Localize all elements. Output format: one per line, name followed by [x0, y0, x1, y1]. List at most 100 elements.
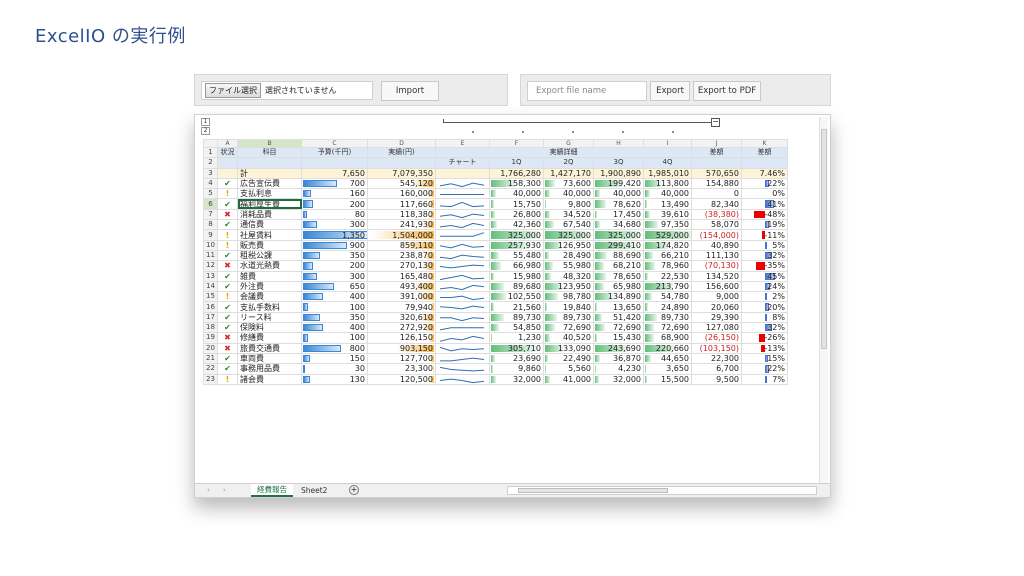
difference-percent-cell[interactable]: 19% [741, 219, 788, 231]
row-header[interactable]: 12 [203, 260, 218, 272]
row-header[interactable]: 14 [203, 280, 218, 293]
actual-cell[interactable]: 120,500 [367, 373, 436, 385]
status-cell[interactable]: ✔ [217, 198, 238, 210]
header-cell[interactable]: 差額 [691, 146, 742, 159]
row-header[interactable]: 16 [203, 301, 218, 313]
q4-cell[interactable]: 113,800 [643, 177, 692, 190]
sheet-tab-sheet2[interactable]: Sheet2 [295, 484, 333, 497]
difference-cell[interactable]: 20,060 [691, 301, 742, 313]
q2-cell[interactable]: 67,540 [543, 219, 594, 231]
difference-cell[interactable]: 9,500 [691, 373, 742, 385]
header-cell[interactable]: 予算(千円) [301, 146, 368, 159]
outline-level-2-button[interactable]: 2 [201, 127, 210, 135]
q2-cell[interactable]: 72,690 [543, 322, 594, 334]
q4-cell[interactable]: 40,000 [643, 188, 692, 200]
q3-cell[interactable]: 78,620 [593, 198, 644, 210]
budget-cell[interactable]: 800 [301, 342, 368, 354]
q4-cell[interactable]: 220,660 [643, 342, 692, 354]
difference-cell[interactable]: 82,340 [691, 198, 742, 210]
q1-cell[interactable]: 32,000 [489, 373, 544, 385]
q3-cell[interactable]: 65,980 [593, 280, 644, 293]
row-header[interactable]: 7 [203, 208, 218, 221]
q4-cell[interactable]: 54,780 [643, 291, 692, 303]
q4-cell[interactable]: 174,820 [643, 239, 692, 251]
row-header[interactable]: 15 [203, 291, 218, 303]
q2-cell[interactable]: 126,950 [543, 239, 594, 251]
budget-cell[interactable]: 400 [301, 291, 368, 303]
status-cell[interactable]: ! [217, 239, 238, 251]
budget-cell[interactable]: 300 [301, 219, 368, 231]
budget-cell[interactable]: 350 [301, 249, 368, 262]
account-name-cell[interactable]: 広告宣伝費 [237, 177, 302, 190]
tab-prev-icon[interactable]: ‹ [207, 486, 210, 494]
difference-cell[interactable]: (38,380) [691, 208, 742, 221]
difference-percent-cell[interactable]: 0% [741, 188, 788, 200]
q4-cell[interactable]: 78,960 [643, 260, 692, 272]
q2-cell[interactable]: 34,520 [543, 208, 594, 221]
q1-cell[interactable]: 15,750 [489, 198, 544, 210]
q2-cell[interactable]: 325,000 [543, 229, 594, 241]
q3-cell[interactable]: 13,650 [593, 301, 644, 313]
header-cell[interactable]: チャート [435, 157, 490, 169]
row-header[interactable]: 9 [203, 229, 218, 241]
account-name-cell[interactable]: 消耗品費 [237, 208, 302, 221]
header-cell[interactable]: 実績(円) [367, 146, 436, 159]
q4-cell[interactable]: 66,210 [643, 249, 692, 262]
header-cell[interactable]: 実績詳細 [435, 146, 692, 159]
difference-percent-cell[interactable]: 41% [741, 198, 788, 210]
account-name-cell[interactable]: 水道光熱費 [237, 260, 302, 272]
difference-percent-cell[interactable]: -48% [741, 208, 788, 221]
status-cell[interactable]: ✔ [217, 177, 238, 190]
column-header[interactable]: J [691, 139, 742, 148]
q2-cell[interactable]: 98,780 [543, 291, 594, 303]
q3-cell[interactable]: 243,690 [593, 342, 644, 354]
q1-cell[interactable]: 102,550 [489, 291, 544, 303]
q3-cell[interactable]: 134,890 [593, 291, 644, 303]
header-cell[interactable]: 2Q [543, 157, 594, 169]
account-name-cell[interactable]: 福利厚生費 [237, 198, 302, 210]
row-header[interactable]: 10 [203, 239, 218, 251]
account-name-cell[interactable]: 社屋賃料 [237, 229, 302, 241]
difference-percent-cell[interactable]: -26% [741, 332, 788, 344]
budget-cell[interactable]: 700 [301, 177, 368, 190]
sparkline-cell[interactable] [435, 270, 490, 282]
q2-cell[interactable]: 55,980 [543, 260, 594, 272]
q1-cell[interactable]: 26,800 [489, 208, 544, 221]
status-cell[interactable] [217, 167, 238, 179]
difference-cell[interactable]: (70,130) [691, 260, 742, 272]
q1-cell[interactable]: 21,560 [489, 301, 544, 313]
budget-cell[interactable]: 80 [301, 208, 368, 221]
q3-cell[interactable]: 199,420 [593, 177, 644, 190]
actual-cell[interactable]: 117,660 [367, 198, 436, 210]
status-cell[interactable]: ✔ [217, 270, 238, 282]
q4-cell[interactable]: 24,890 [643, 301, 692, 313]
sparkline-cell[interactable] [435, 352, 490, 365]
difference-percent-cell[interactable]: 22% [741, 177, 788, 190]
status-cell[interactable]: ✖ [217, 208, 238, 221]
q2-cell[interactable]: 89,730 [543, 311, 594, 324]
status-cell[interactable]: ✔ [217, 249, 238, 262]
budget-cell[interactable]: 650 [301, 280, 368, 293]
status-cell[interactable]: ✖ [217, 342, 238, 354]
row-header[interactable]: 8 [203, 219, 218, 231]
export-file-name-input[interactable]: Export file name [527, 81, 647, 101]
actual-cell[interactable]: 165,480 [367, 270, 436, 282]
difference-percent-cell[interactable]: 7% [741, 373, 788, 385]
budget-cell[interactable]: 900 [301, 239, 368, 251]
actual-cell[interactable]: 127,700 [367, 352, 436, 365]
row-header[interactable]: 21 [203, 352, 218, 365]
total-diff[interactable]: 570,650 [691, 167, 742, 179]
sheet-grid[interactable]: A B C D E F G H I J K 1 状況 科目 予算(千円) 実績(円) 実績詳細 差額 差額 2 チャート… [203, 139, 788, 385]
row-header[interactable]: 20 [203, 342, 218, 354]
row-header[interactable]: 2 [203, 157, 218, 169]
q1-cell[interactable]: 1,230 [489, 332, 544, 344]
account-name-cell[interactable]: 事務用品費 [237, 363, 302, 375]
q3-cell[interactable]: 34,680 [593, 219, 644, 231]
status-cell[interactable]: ✔ [217, 363, 238, 375]
q4-cell[interactable]: 529,000 [643, 229, 692, 241]
actual-cell[interactable]: 241,930 [367, 219, 436, 231]
account-name-cell[interactable]: 旅費交通費 [237, 342, 302, 354]
sparkline-cell[interactable] [435, 342, 490, 354]
sparkline-cell[interactable] [435, 291, 490, 303]
file-select-button[interactable]: ファイル選択 [205, 83, 261, 98]
